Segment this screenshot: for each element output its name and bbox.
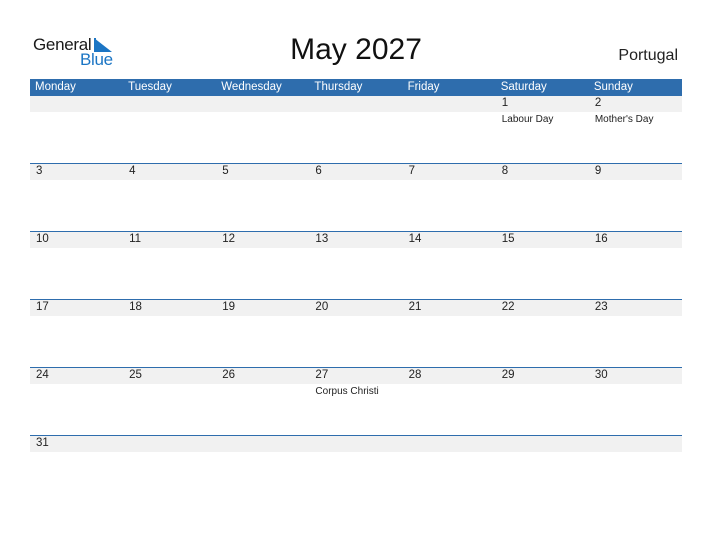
day-cell: 31	[30, 436, 123, 503]
day-cell: 19	[216, 300, 309, 367]
day-number: 11	[129, 233, 142, 245]
day-cell	[309, 96, 402, 163]
day-cell	[403, 96, 496, 163]
day-cell: 6	[309, 164, 402, 231]
country-label: Portugal	[618, 47, 678, 64]
day-number: 7	[408, 165, 415, 177]
day-cell: 8	[496, 164, 589, 231]
holiday-label: Corpus Christi	[315, 386, 379, 397]
day-number: 31	[36, 437, 49, 449]
week-row: 1 Labour Day 2 Mother's Day	[30, 96, 682, 163]
day-number: 5	[222, 165, 229, 177]
weekday-header: Monday Tuesday Wednesday Thursday Friday Satu…	[30, 79, 682, 96]
weekday-sunday: Sunday	[593, 81, 633, 93]
day-cell: 3	[30, 164, 123, 231]
day-cell: 28	[403, 368, 496, 435]
day-cell: 16	[589, 232, 682, 299]
day-number: 26	[222, 369, 236, 381]
day-number: 25	[129, 369, 142, 381]
day-number: 1	[501, 97, 509, 109]
day-cell	[30, 96, 123, 163]
day-cell: 10	[30, 232, 123, 299]
day-cell	[403, 436, 496, 503]
day-number: 27	[315, 369, 329, 381]
week-row: 17 18 19 20 21 22 23	[30, 299, 682, 367]
day-cell	[309, 436, 402, 503]
day-number: 8	[501, 165, 509, 177]
day-cell: 15	[496, 232, 589, 299]
day-number: 18	[129, 301, 142, 313]
day-cell: 2 Mother's Day	[589, 96, 682, 163]
day-number: 20	[315, 301, 329, 313]
day-cell: 18	[123, 300, 216, 367]
week-row: 3 4 5 6 7 8 9	[30, 163, 682, 231]
day-cell: 1 Labour Day	[496, 96, 589, 163]
day-number: 9	[594, 165, 602, 177]
weekday-saturday: Saturday	[500, 81, 547, 93]
weekday-wednesday: Wednesday	[221, 81, 282, 93]
day-number: 12	[222, 233, 236, 245]
day-cell: 11	[123, 232, 216, 299]
day-cell: 9	[589, 164, 682, 231]
day-number: 30	[594, 369, 608, 381]
day-number: 19	[222, 301, 236, 313]
day-number: 4	[129, 165, 136, 177]
holiday-label: Mother's Day	[594, 114, 654, 125]
day-number: 24	[36, 369, 49, 381]
week-row: 10 11 12 13 14 15 16	[30, 231, 682, 299]
day-number: 14	[408, 233, 422, 245]
day-number: 23	[594, 301, 608, 313]
day-number: 6	[315, 165, 322, 177]
day-cell: 23	[589, 300, 682, 367]
day-number: 10	[36, 233, 49, 245]
weekday-tuesday: Tuesday	[128, 81, 172, 93]
day-number: 2	[594, 97, 602, 109]
day-cell: 24	[30, 368, 123, 435]
day-number: 17	[36, 301, 49, 313]
week-row: 31	[30, 435, 682, 503]
weekday-thursday: Thursday	[314, 81, 363, 93]
day-cell	[496, 436, 589, 503]
day-number: 13	[315, 233, 329, 245]
day-cell: 27 Corpus Christi	[309, 368, 402, 435]
day-number: 28	[408, 369, 422, 381]
calendar-grid: Monday Tuesday Wednesday Thursday Friday Satu…	[30, 79, 682, 503]
day-number: 3	[36, 165, 43, 177]
calendar-title: May 2027	[290, 33, 422, 66]
day-number: 15	[501, 233, 515, 245]
day-cell: 5	[216, 164, 309, 231]
day-cell	[589, 436, 682, 503]
day-cell: 14	[403, 232, 496, 299]
day-cell: 26	[216, 368, 309, 435]
day-cell: 12	[216, 232, 309, 299]
weekday-monday: Monday	[35, 81, 76, 93]
day-cell: 13	[309, 232, 402, 299]
weekday-friday: Friday	[407, 81, 440, 93]
day-number: 16	[594, 233, 608, 245]
day-cell: 17	[30, 300, 123, 367]
day-cell: 22	[496, 300, 589, 367]
day-cell	[123, 436, 216, 503]
day-cell	[216, 96, 309, 163]
day-cell: 20	[309, 300, 402, 367]
week-row: 24 25 26 27 Corpus Christi 28 29 30	[30, 367, 682, 435]
day-cell	[216, 436, 309, 503]
day-cell: 4	[123, 164, 216, 231]
day-cell	[123, 96, 216, 163]
day-cell: 30	[589, 368, 682, 435]
holiday-label: Labour Day	[501, 114, 554, 125]
day-number: 29	[501, 369, 515, 381]
day-cell: 29	[496, 368, 589, 435]
day-number: 22	[501, 301, 515, 313]
day-cell: 7	[403, 164, 496, 231]
day-cell: 25	[123, 368, 216, 435]
day-number: 21	[408, 301, 422, 313]
day-cell: 21	[403, 300, 496, 367]
